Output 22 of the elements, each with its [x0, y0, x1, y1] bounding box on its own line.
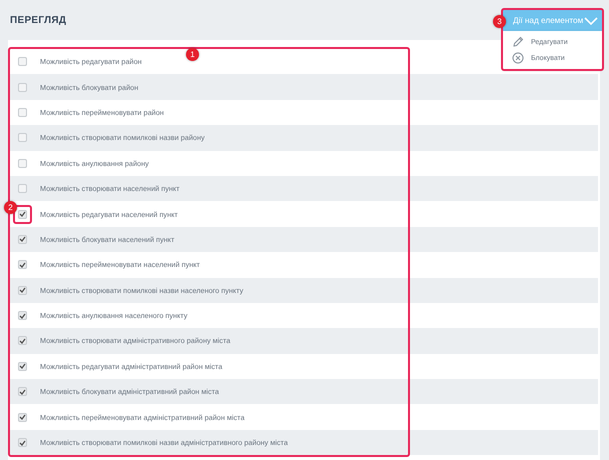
chevron-down-icon	[584, 16, 598, 24]
checkbox[interactable]	[18, 108, 27, 117]
checkbox[interactable]	[18, 438, 27, 448]
checkbox[interactable]	[18, 412, 27, 422]
checkbox[interactable]	[18, 133, 27, 142]
checkbox[interactable]	[18, 311, 27, 320]
pencil-icon	[512, 36, 524, 48]
checkbox[interactable]	[18, 286, 27, 295]
checkbox[interactable]	[18, 210, 27, 219]
circle-x-icon	[512, 52, 524, 64]
checkbox[interactable]	[18, 260, 27, 270]
checkbox[interactable]	[18, 184, 27, 194]
checkbox[interactable]	[18, 234, 27, 244]
checkbox[interactable]	[18, 362, 27, 371]
checkbox[interactable]	[18, 57, 27, 66]
checkbox[interactable]	[18, 387, 27, 396]
callout-number: 2	[4, 200, 17, 214]
callout-number: 3	[493, 15, 506, 28]
checkbox[interactable]	[18, 82, 27, 92]
checkbox[interactable]	[18, 158, 27, 168]
page-title: ПЕРЕГЛЯД	[10, 14, 66, 26]
checkbox[interactable]	[18, 336, 27, 346]
